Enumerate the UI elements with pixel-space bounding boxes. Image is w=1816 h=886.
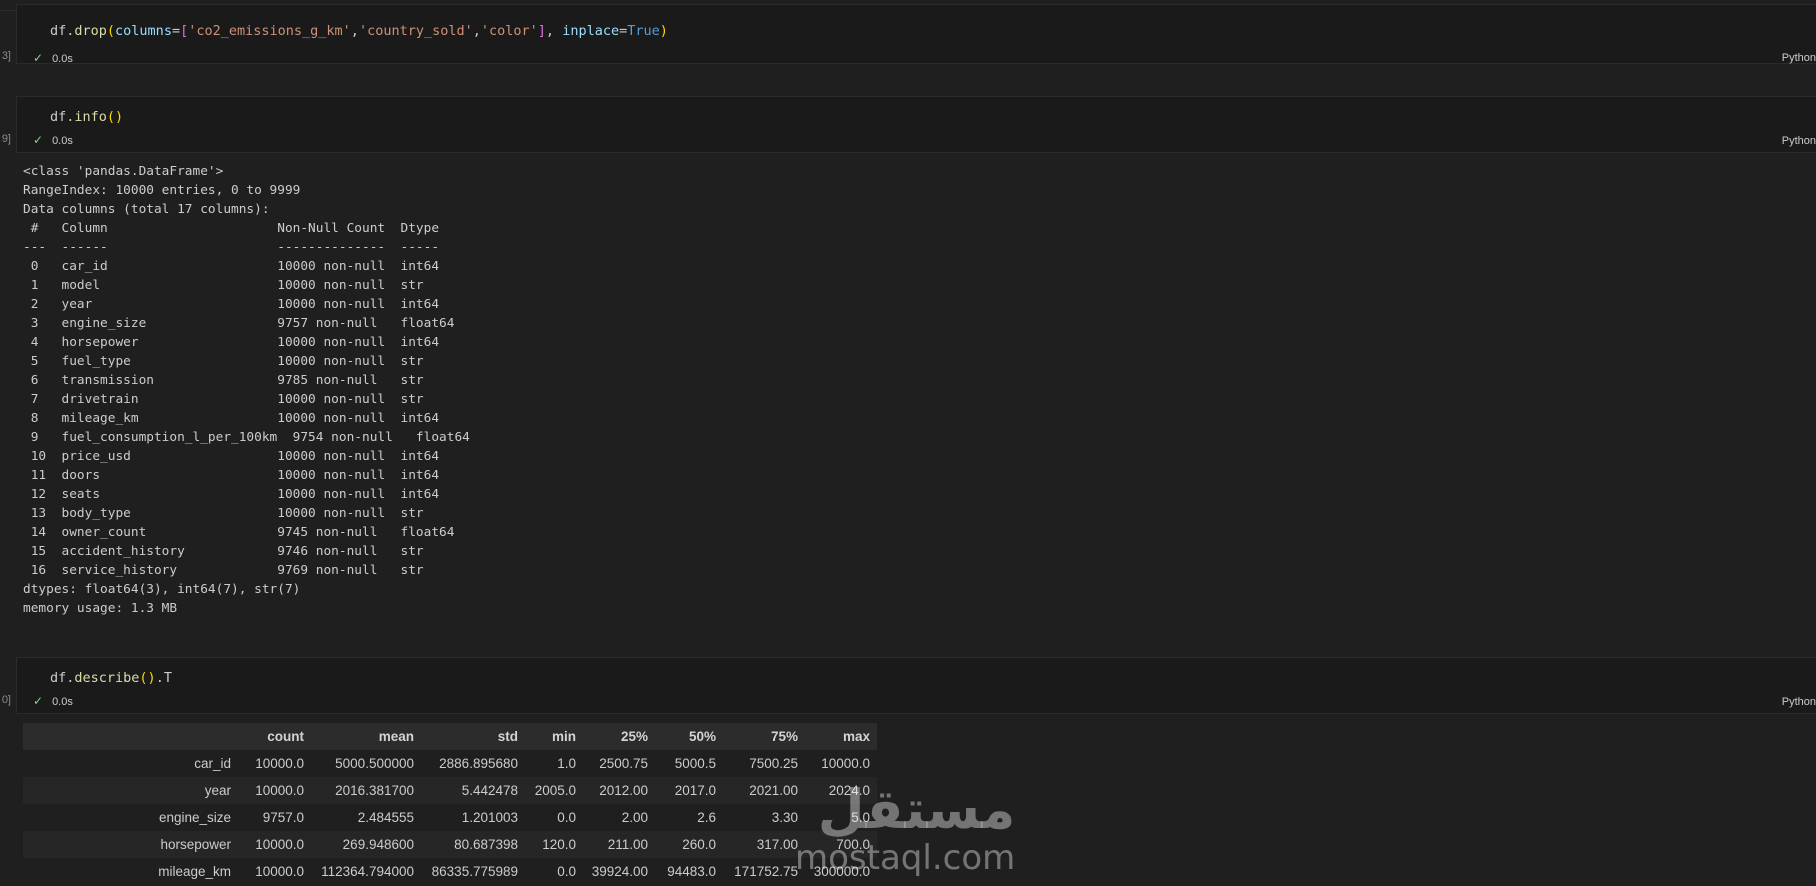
table-cell: 700.0 [805,831,877,858]
check-icon: ✓ [33,51,44,65]
table-cell: 2012.00 [583,777,655,804]
table-cell: 2024.0 [805,777,877,804]
table-cell: 94483.0 [667,864,716,879]
table-cell: 2021.00 [723,777,805,804]
table-cell: 80.687398 [421,831,525,858]
table-cell: 10000.0 [255,756,304,771]
table-cell: 10000.0 [239,831,311,858]
execution-count: 9] [1,133,11,145]
check-icon: ✓ [33,133,44,147]
code-line[interactable]: df.info() [50,108,123,126]
table-cell: 5000.5 [674,756,716,771]
table-cell: 10000.0 [255,864,304,879]
table-cell: 10000.0 [821,756,870,771]
describe-table: count mean std min 25% 50% 75% max car_i… [23,723,877,885]
column-header: max [805,723,877,750]
table-header-row: count mean std min 25% 50% 75% max [23,723,877,750]
table-cell: 260.0 [655,831,723,858]
execution-time: 0.0s [52,696,73,708]
table-cell: 2886.895680 [439,756,518,771]
table-cell: 3.30 [771,810,798,825]
notebook-cell-describe[interactable]: df.describe().T 0] ✓ 0.0s Python [2,657,1816,714]
column-header: mean [311,723,421,750]
table-cell: 0.0 [557,864,576,879]
table-cell: 10000.0 [239,777,311,804]
table-cell: 5.0 [851,810,870,825]
table-cell: 269.948600 [311,831,421,858]
check-icon: ✓ [33,694,44,708]
execution-time: 0.0s [52,53,73,65]
table-row: horsepower 10000.0 269.948600 80.687398 … [23,831,877,858]
execution-status: ✓ 0.0s [33,694,73,708]
table-cell: 2.484555 [357,810,414,825]
row-label: mileage_km [158,864,231,879]
language-picker[interactable]: Python [1782,135,1816,147]
notebook-cell-info[interactable]: df.info() 9] ✓ 0.0s Python [2,96,1816,153]
execution-status: ✓ 0.0s [33,133,73,147]
table-cell: 171752.75 [734,864,798,879]
table-row: year 10000.0 2016.381700 5.442478 2005.0… [23,777,877,804]
execution-time: 0.0s [52,135,73,147]
table-cell: 86335.775989 [431,864,518,879]
table-cell: 317.00 [723,831,805,858]
table-cell: 1.201003 [461,810,518,825]
column-header: 25% [583,723,655,750]
column-header: min [525,723,583,750]
table-cell: 0.0 [557,810,576,825]
table-cell: 120.0 [525,831,583,858]
table-row: engine_size 9757.0 2.484555 1.201003 0.0… [23,804,877,831]
table-cell: 7500.25 [749,756,798,771]
table-cell: 5000.500000 [335,756,414,771]
row-label: horsepower [23,831,239,858]
table-cell: 39924.00 [591,864,648,879]
table-cell: 5.442478 [421,777,525,804]
column-header [23,723,239,750]
table-cell: 211.00 [583,831,655,858]
table-cell: 2005.0 [525,777,583,804]
code-editor[interactable]: df.describe().T 0] ✓ 0.0s Python [2,657,1816,714]
table-row: car_id 10000.0 5000.500000 2886.895680 1… [23,750,877,777]
language-picker[interactable]: Python [1782,696,1816,708]
code-line[interactable]: df.drop(columns=['co2_emissions_g_km','c… [50,22,668,40]
column-header: 75% [723,723,805,750]
table-cell: 2.00 [621,810,648,825]
table-cell: 112364.794000 [321,864,414,879]
row-label: year [23,777,239,804]
execution-count: 3] [1,50,11,62]
code-line[interactable]: df.describe().T [50,669,172,687]
code-editor[interactable]: df.drop(columns=['co2_emissions_g_km','c… [2,4,1816,65]
row-label: car_id [194,756,231,771]
table-cell: 1.0 [557,756,576,771]
code-editor[interactable]: df.info() 9] ✓ 0.0s Python [2,96,1816,153]
table-cell: 2017.0 [655,777,723,804]
table-cell: 9757.0 [262,810,304,825]
execution-status: ✓ 0.0s [33,51,73,65]
table-cell: 2500.75 [599,756,648,771]
execution-count: 0] [1,694,11,706]
language-picker[interactable]: Python [1782,52,1816,64]
column-header: count [239,723,311,750]
column-header: 50% [655,723,723,750]
column-header: std [421,723,525,750]
table-cell: 300000.0 [813,864,870,879]
table-cell: 2.6 [697,810,716,825]
table-row: mileage_km 10000.0 112364.794000 86335.7… [23,858,877,885]
cell-output-text: <class 'pandas.DataFrame'> RangeIndex: 1… [23,164,470,616]
row-label: engine_size [158,810,231,825]
notebook-cell-drop[interactable]: df.drop(columns=['co2_emissions_g_km','c… [2,0,1816,65]
table-cell: 2016.381700 [311,777,421,804]
